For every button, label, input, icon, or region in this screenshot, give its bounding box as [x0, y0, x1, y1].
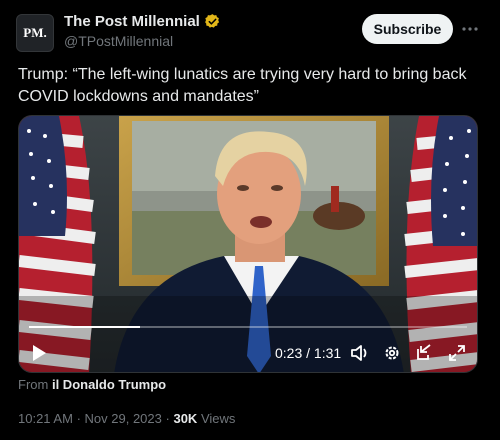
tweet-meta: 10:21 AM · Nov 29, 2023 · 30K Views	[18, 411, 235, 426]
avatar[interactable]: PM.	[16, 14, 54, 52]
author-row: The Post Millennial	[64, 13, 221, 30]
meta-dot-2: ·	[165, 411, 170, 426]
settings-icon[interactable]	[383, 344, 401, 362]
more-options-icon[interactable]	[461, 20, 479, 38]
video-player[interactable]: 0:23 / 1:31	[18, 115, 478, 373]
tweet-time[interactable]: 10:21 AM	[18, 411, 73, 426]
current-time: 0:23	[275, 345, 303, 361]
progress-bar[interactable]	[29, 326, 467, 328]
fullscreen-icon[interactable]	[448, 344, 466, 362]
views-count: 30K	[173, 411, 198, 426]
progress-fill	[29, 326, 140, 328]
popout-icon[interactable]	[415, 344, 433, 362]
from-attribution: From il Donaldo Trumpo	[18, 377, 166, 392]
tweet: PM. The Post Millennial @TPostMillennial…	[0, 0, 500, 440]
from-source-link[interactable]: il Donaldo Trumpo	[52, 377, 166, 392]
play-icon[interactable]	[31, 344, 47, 362]
video-time: 0:23 / 1:31	[275, 345, 341, 361]
tweet-date[interactable]: Nov 29, 2023	[85, 411, 162, 426]
tweet-text: Trump: “The left-wing lunatics are tryin…	[18, 66, 467, 105]
time-separator: /	[306, 345, 311, 361]
duration: 1:31	[313, 345, 342, 361]
subscribe-button[interactable]: Subscribe	[362, 14, 453, 44]
meta-dot: ·	[76, 411, 81, 426]
gold-verified-icon	[204, 14, 219, 28]
handle[interactable]: @TPostMillennial	[64, 33, 173, 49]
views-label: Views	[200, 411, 236, 426]
video-frame	[19, 116, 477, 372]
from-prefix: From	[18, 377, 49, 392]
display-name[interactable]: The Post Millennial	[64, 13, 200, 30]
volume-icon[interactable]	[350, 344, 370, 362]
